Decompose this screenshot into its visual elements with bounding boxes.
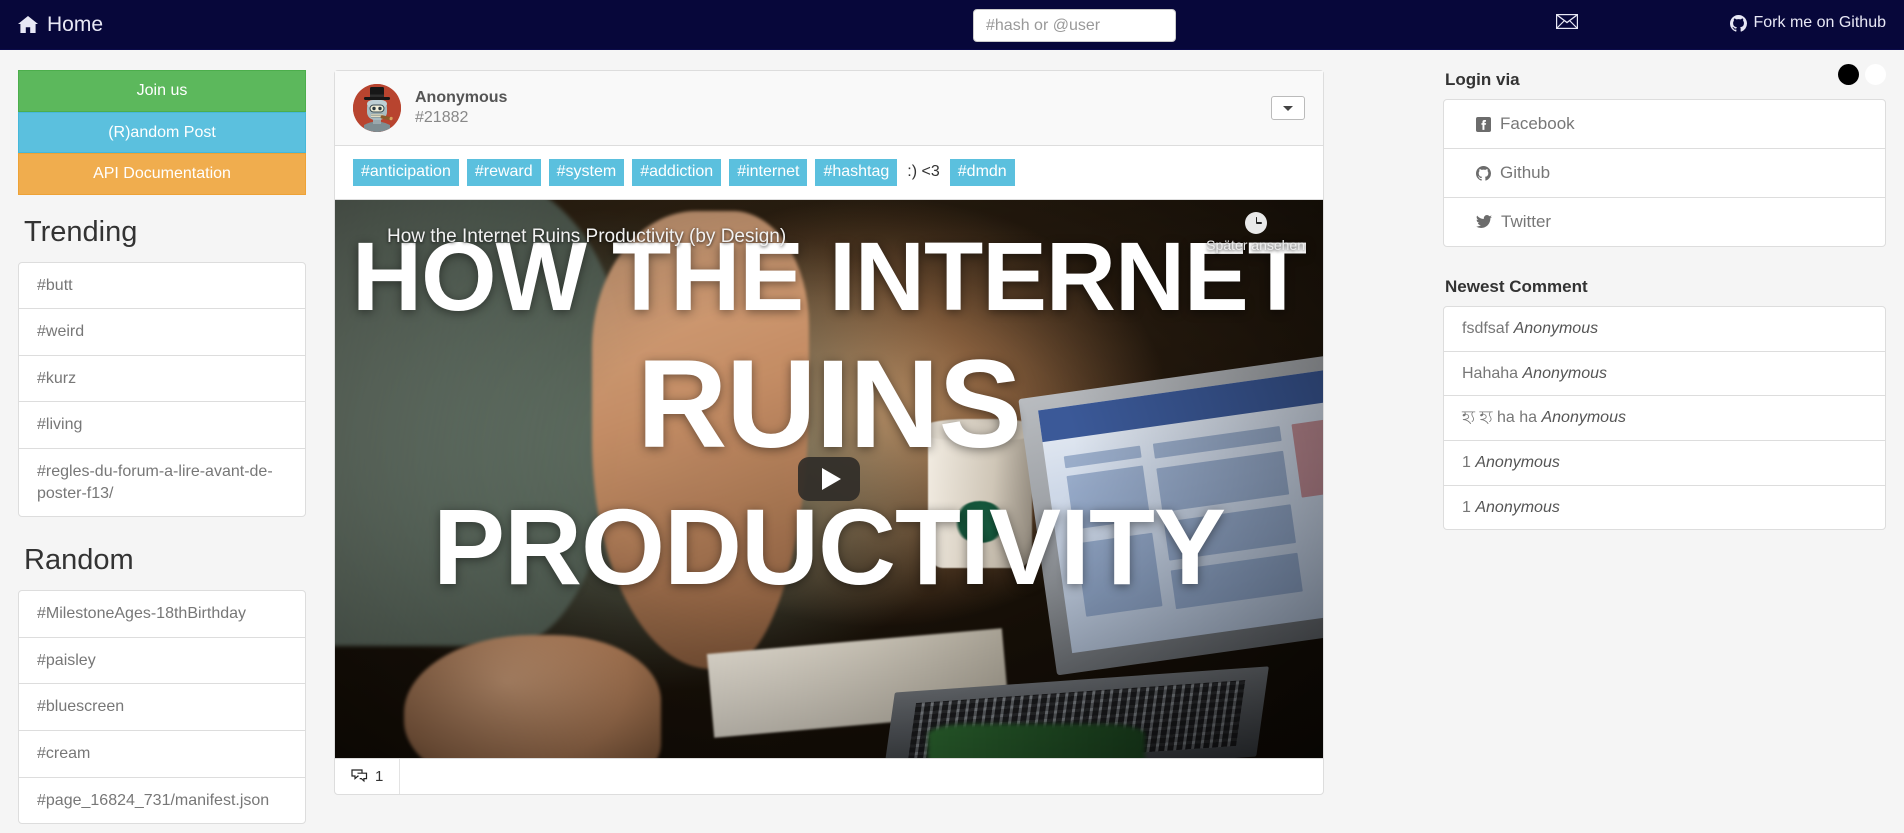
list-item[interactable]: #MilestoneAges-18thBirthday [19,591,305,638]
login-option-twitter[interactable]: Twitter [1444,198,1885,246]
list-item[interactable]: 1 Anonymous [1444,441,1885,486]
hashtag-chip[interactable]: #reward [466,159,541,186]
post-header: Anonymous #21882 [335,71,1323,146]
random-list: #MilestoneAges-18thBirthday #paisley #bl… [18,590,306,825]
video-embed[interactable]: HOW THE INTERNET RUINS PRODUCTIVITY How … [335,199,1323,758]
main-content: Anonymous #21882 #anticipation #reward #… [334,70,1324,795]
hashtag-chip[interactable]: #internet [729,159,808,186]
fork-on-github-link[interactable]: Fork me on Github [1729,14,1887,32]
comment-text: Hahaha [1462,364,1519,382]
hashtag-chip[interactable]: #addiction [632,159,722,186]
twitter-icon [1476,215,1492,229]
right-sidebar: Login via Facebook Github Twitter Newest… [1443,70,1886,558]
search-box[interactable] [973,9,1176,42]
post-card: Anonymous #21882 #anticipation #reward #… [334,70,1324,795]
trending-heading: Trending [24,215,138,248]
list-item[interactable]: #cream [19,731,305,778]
comment-author: Anonymous [1541,409,1626,427]
login-option-github[interactable]: Github [1444,149,1885,199]
list-item[interactable]: হ্য হ্য ha ha Anonymous [1444,396,1885,442]
hashtag-chip[interactable]: #anticipation [353,159,459,186]
list-item[interactable]: #living [19,402,305,450]
list-item[interactable]: #page_16824_731/manifest.json [19,778,305,824]
comments-icon [351,769,368,783]
list-item[interactable]: #kurz [19,356,305,403]
comment-text: fsdfsaf [1462,320,1510,338]
theme-dark-dot[interactable] [1838,64,1859,85]
list-item[interactable]: Hahaha Anonymous [1444,352,1885,397]
list-item[interactable]: #regles-du-forum-a-lire-avant-de-poster-… [19,449,305,516]
comment-text: 1 [1462,454,1471,472]
login-option-label: Twitter [1501,212,1552,232]
clock-icon [1244,211,1267,234]
list-item[interactable]: 1 Anonymous [1444,486,1885,530]
list-item[interactable]: fsdfsaf Anonymous [1444,307,1885,352]
api-documentation-button[interactable]: API Documentation [18,153,306,195]
trending-list: #butt #weird #kurz #living #regles-du-fo… [18,261,306,518]
hashtag-chip[interactable]: #dmdn [949,159,1015,186]
comment-author: Anonymous [1475,498,1560,516]
list-item[interactable]: #paisley [19,638,305,685]
github-icon [1729,14,1747,32]
list-item[interactable]: #bluescreen [19,684,305,731]
left-sidebar: Join us (R)andom Post API Documentation … [18,70,306,833]
chevron-down-icon [1283,105,1293,111]
comment-author: Anonymous [1513,320,1599,338]
login-option-facebook[interactable]: Facebook [1444,100,1885,150]
home-icon [18,15,38,34]
comment-text: হ্য হ্য ha ha [1462,409,1538,427]
comments-button[interactable]: 1 [335,758,401,794]
play-icon [821,467,841,490]
list-item[interactable]: #weird [19,309,305,356]
post-author: Anonymous [415,89,508,106]
theme-light-dot[interactable] [1865,64,1886,85]
comment-text: 1 [1462,498,1471,516]
login-heading: Login via [1445,70,1520,89]
post-author-block: Anonymous #21882 [415,88,507,128]
nav-home-label: Home [47,12,104,36]
comments-count: 1 [375,767,384,785]
fork-label: Fork me on Github [1753,14,1887,31]
hashtag-chip[interactable]: #hashtag [815,159,898,186]
page-body: Join us (R)andom Post API Documentation … [0,50,1904,833]
login-option-label: Github [1500,163,1551,183]
avatar [353,84,401,132]
login-option-label: Facebook [1500,114,1575,133]
random-heading: Random [24,544,134,577]
post-text: :) <3 [907,163,940,181]
play-button[interactable] [798,456,860,501]
list-item[interactable]: #butt [19,263,305,310]
hashtag-chip[interactable]: #system [548,159,625,186]
search-input[interactable] [973,9,1176,42]
newest-comment-heading: Newest Comment [1445,277,1588,297]
watch-later-button[interactable]: Später ansehen [1206,211,1305,253]
post-options-button[interactable] [1271,96,1305,120]
newest-comment-list: fsdfsaf Anonymous Hahaha Anonymous হ্য হ… [1443,306,1886,531]
facebook-icon [1476,116,1491,132]
comment-author: Anonymous [1522,364,1608,382]
github-icon [1476,165,1491,181]
messages-icon[interactable] [1555,13,1579,33]
watch-later-label: Später ansehen [1206,236,1305,253]
action-button-stack: Join us (R)andom Post API Documentation [18,70,306,195]
login-options-list: Facebook Github Twitter [1443,99,1886,248]
post-tag-row: #anticipation #reward #system #addiction… [335,146,1323,200]
nav-home-link[interactable]: Home [18,13,103,37]
post-footer: 1 [335,757,1323,794]
post-id: #21882 [415,109,469,126]
comment-author: Anonymous [1475,454,1560,472]
top-navbar: Home Fork me on Github [0,0,1904,50]
theme-toggle[interactable] [1838,64,1886,85]
random-post-button[interactable]: (R)andom Post [18,111,306,154]
join-us-button[interactable]: Join us [18,70,306,112]
